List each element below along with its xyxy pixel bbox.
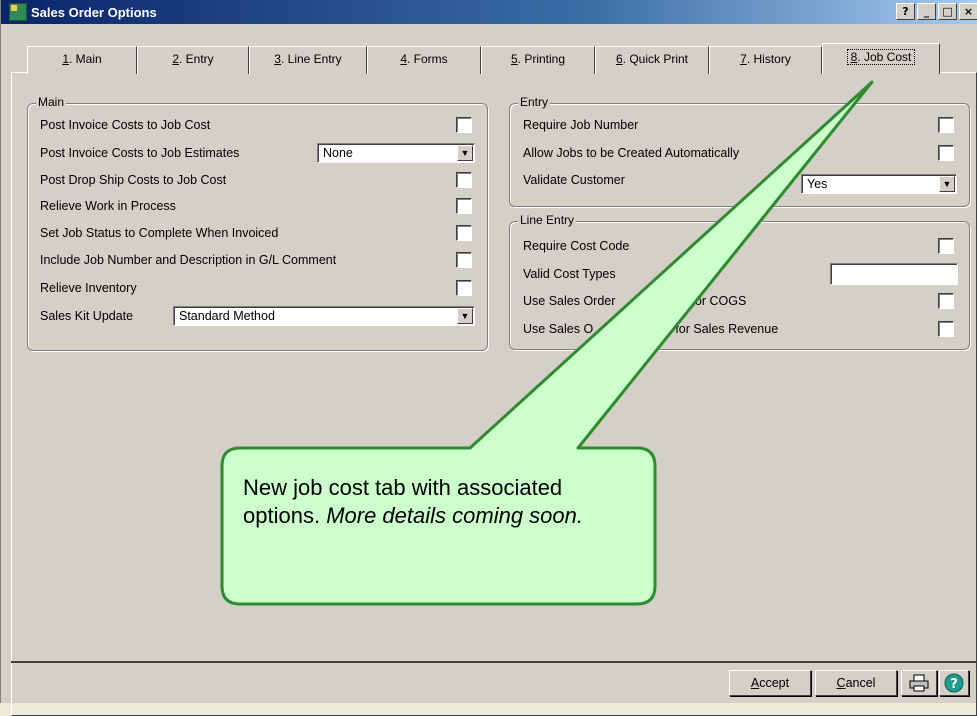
tab-hotkey: 3: [274, 52, 281, 66]
tab-hotkey: 6: [615, 52, 623, 66]
tab-job-cost-label: . Job Cost: [857, 50, 912, 64]
tab-quick-print[interactable]: 6. Quick Print: [595, 46, 709, 74]
use-sales-order-revenue-checkbox[interactable]: [938, 321, 954, 337]
cancel-button[interactable]: Cancel: [815, 670, 897, 696]
tab-quick-print-label: . Quick Print: [622, 52, 689, 66]
option-label: Relieve Work in Process: [40, 199, 176, 213]
tab-hotkey: 7: [740, 52, 747, 66]
tab-hotkey: 5: [510, 52, 518, 66]
validate-customer-value: Yes: [807, 177, 828, 191]
tab-printing-label: . Printing: [517, 52, 566, 66]
tab-forms[interactable]: 4. Forms: [367, 46, 481, 74]
relieve-inventory-checkbox[interactable]: [456, 280, 472, 296]
entry-group-title: Entry: [518, 95, 551, 109]
option-label-tail: nts for Sales Revenue: [655, 322, 779, 336]
tab-printing[interactable]: 5. Printing: [481, 46, 595, 74]
tab-hotkey: 2: [172, 52, 179, 66]
tab-history[interactable]: 7. History: [709, 46, 822, 74]
tab-history-label: . History: [746, 52, 791, 66]
chevron-down-icon[interactable]: ▼: [939, 176, 955, 192]
maximize-button[interactable]: □: [938, 3, 957, 20]
option-label: Set Job Status to Complete When Invoiced: [40, 226, 279, 240]
drop-ship-costs-checkbox[interactable]: [456, 172, 472, 188]
bottom-separator: [11, 661, 977, 663]
use-sales-order-cogs-checkbox[interactable]: [938, 293, 954, 309]
option-label-tail: for COGS: [691, 294, 747, 308]
tab-strip: 1. Main 2. Entry 3. Line Entry 4. Forms …: [27, 43, 940, 74]
tab-hotkey: 4: [400, 52, 407, 66]
help-icon: ?: [944, 673, 964, 693]
tab-hotkey: 1: [62, 52, 69, 66]
option-label: Post Invoice Costs to Job Estimates: [40, 146, 240, 160]
tab-forms-label: . Forms: [407, 52, 448, 66]
tab-entry[interactable]: 2. Entry: [137, 46, 249, 74]
option-label: Post Drop Ship Costs to Job Cost: [40, 173, 227, 187]
help-button[interactable]: ?: [896, 3, 915, 20]
option-label: Include Job Number and Description in G/…: [40, 253, 337, 267]
job-estimates-select[interactable]: None ▼: [317, 143, 475, 163]
main-group-title: Main: [36, 95, 67, 109]
post-invoice-costs-checkbox[interactable]: [456, 117, 472, 133]
accept-button[interactable]: Accept: [729, 670, 811, 696]
sales-order-options-window: Sales Order Options ? _ □ × 1. Main 2. E…: [0, 0, 977, 716]
tab-line-entry-label: . Line Entry: [280, 52, 342, 66]
sales-kit-update-select[interactable]: Standard Method ▼: [173, 306, 475, 326]
sales-kit-update-value: Standard Method: [179, 309, 275, 323]
close-button[interactable]: ×: [959, 3, 977, 20]
tab-entry-label: . Entry: [179, 52, 214, 66]
tab-line-entry[interactable]: 3. Line Entry: [249, 46, 367, 74]
window-title: Sales Order Options: [31, 4, 157, 20]
option-label: Allow Jobs to be Created Automatically: [523, 146, 740, 160]
option-label: Use Sales O nts for Sales Revenue: [523, 322, 778, 336]
chevron-down-icon[interactable]: ▼: [457, 308, 473, 324]
option-label: Validate Customer: [523, 173, 625, 187]
svg-text:?: ?: [950, 677, 958, 692]
accept-label: ccept: [759, 676, 790, 690]
callout-italic-text: More details coming soon.: [326, 503, 583, 528]
option-label: Require Cost Code: [523, 239, 630, 253]
gl-comment-checkbox[interactable]: [456, 252, 472, 268]
line-entry-group-title: Line Entry: [518, 213, 577, 227]
title-bar[interactable]: Sales Order Options ? _ □ ×: [1, 0, 977, 24]
option-label: Relieve Inventory: [40, 281, 137, 295]
print-button[interactable]: [901, 670, 937, 696]
option-label-head: Use Sales O: [523, 322, 594, 336]
cancel-hotkey: C: [836, 676, 846, 690]
option-label: Post Invoice Costs to Job Cost: [40, 118, 211, 132]
app-icon: [9, 3, 27, 21]
cancel-label: ancel: [845, 676, 876, 690]
title-buttons: ? _ □ ×: [896, 3, 977, 20]
option-label-head: Use Sales Order: [523, 294, 616, 308]
option-label: Sales Kit Update: [40, 309, 134, 323]
option-label: Require Job Number: [523, 118, 639, 132]
job-status-complete-checkbox[interactable]: [456, 225, 472, 241]
tab-main[interactable]: 1. Main: [27, 46, 137, 74]
valid-cost-types-input[interactable]: [830, 263, 958, 285]
require-job-number-checkbox[interactable]: [938, 117, 954, 133]
callout-text: New job cost tab with associated options…: [243, 474, 643, 530]
allow-jobs-auto-checkbox[interactable]: [938, 145, 954, 161]
printer-icon: [909, 674, 929, 692]
option-label: Valid Cost Types: [523, 267, 616, 281]
require-cost-code-checkbox[interactable]: [938, 238, 954, 254]
job-estimates-value: None: [323, 146, 353, 160]
accept-hotkey: A: [750, 676, 760, 690]
relieve-wip-checkbox[interactable]: [456, 198, 472, 214]
chevron-down-icon[interactable]: ▼: [457, 145, 473, 161]
help-icon-button[interactable]: ?: [939, 670, 969, 696]
tab-job-cost[interactable]: 8. Job Cost: [822, 43, 940, 74]
minimize-button[interactable]: _: [917, 3, 936, 20]
option-label: Use Sales Order for COGS: [523, 294, 746, 308]
validate-customer-select[interactable]: Yes ▼: [801, 174, 957, 194]
tab-main-label: . Main: [69, 52, 102, 66]
